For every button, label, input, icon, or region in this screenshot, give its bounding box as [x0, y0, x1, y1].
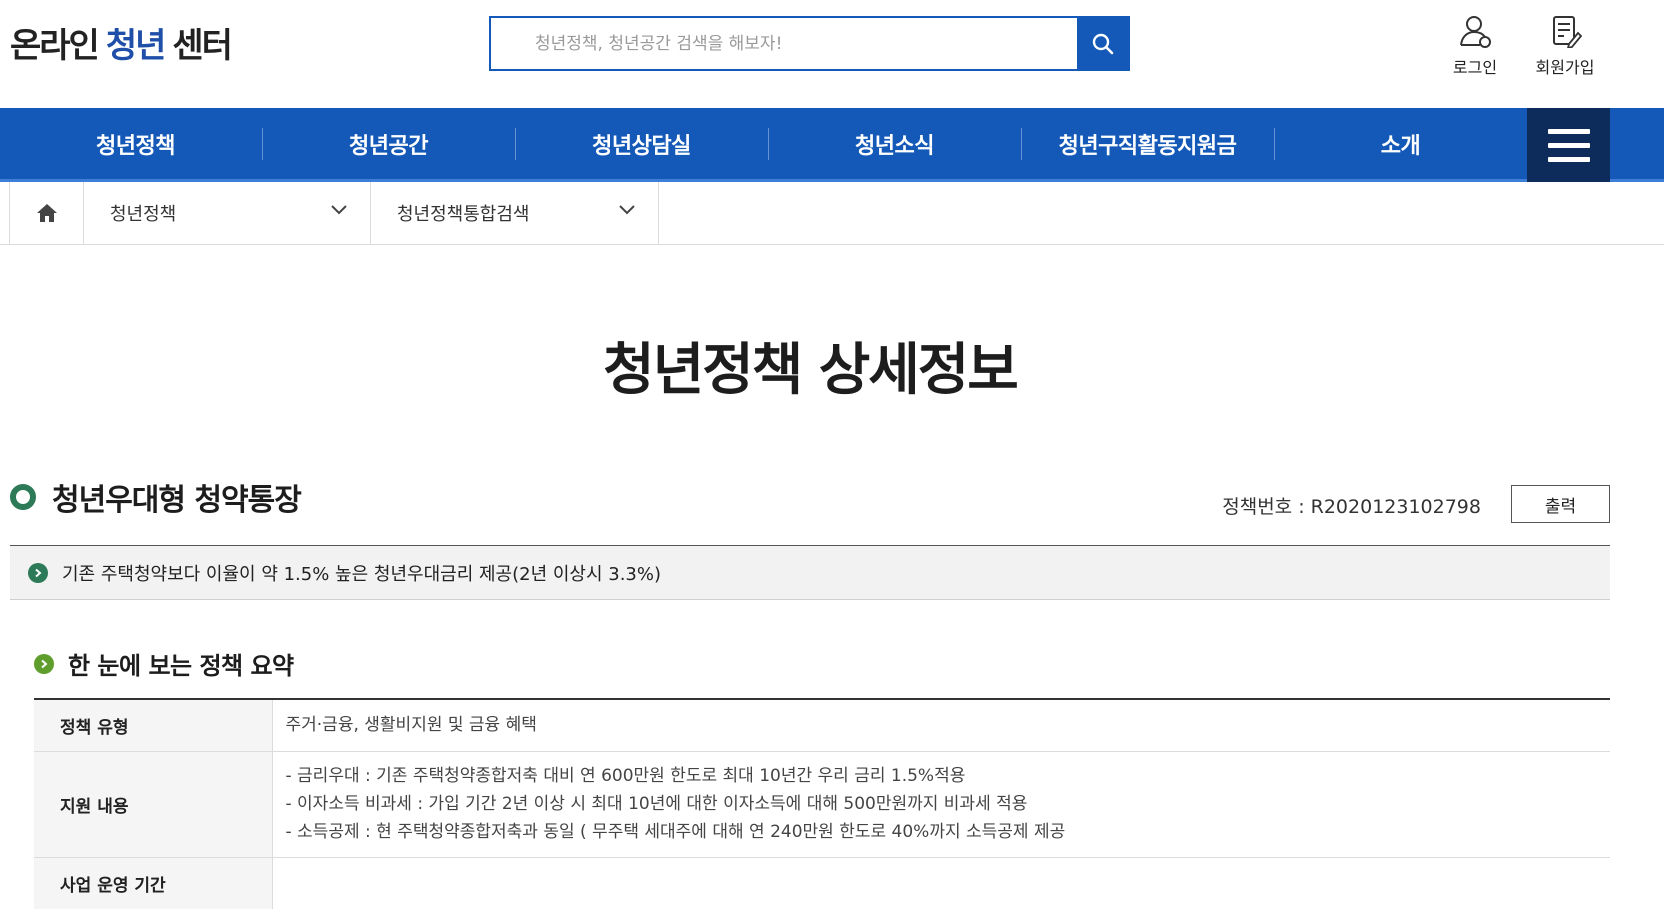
- gnb-item-news[interactable]: 청년소식: [768, 108, 1021, 179]
- arrow-bullet-icon: [28, 562, 48, 583]
- main-navigation: 청년정책 청년공간 청년상담실 청년소식 청년구직활동지원금 소개: [0, 108, 1664, 182]
- logo-text-2: 청년: [105, 26, 167, 66]
- circle-bullet-icon: [10, 484, 36, 510]
- page-title: 청년정책 상세정보: [603, 338, 1019, 403]
- hamburger-icon-bar: [1547, 156, 1590, 162]
- home-icon: [36, 204, 57, 222]
- row-value-policy-type: 주거·금융, 생활비지원 및 금융 혜택: [272, 699, 1610, 752]
- site-header: 온라인청년센터 로그인 회원가입: [0, 0, 1664, 108]
- logo-text-1: 온라인: [10, 26, 100, 66]
- print-button[interactable]: 출력: [1511, 485, 1610, 523]
- policy-title: 청년우대형 청약통장: [10, 475, 302, 519]
- row-label-support-content: 지원 내용: [34, 751, 273, 858]
- search-box: [489, 16, 1130, 71]
- arrow-bullet-icon: [34, 653, 54, 674]
- row-value-operation-period: [272, 857, 1610, 909]
- row-value-line: - 소득공제 : 현 주택청약종합저축과 동일 ( 무주택 세대주에 대해 연 …: [285, 822, 1066, 842]
- gnb-menu: 청년정책 청년공간 청년상담실 청년소식 청년구직활동지원금 소개: [9, 108, 1527, 179]
- search-input[interactable]: [491, 18, 1076, 69]
- search-icon: [1092, 33, 1113, 54]
- row-value-line: - 이자소득 비과세 : 가입 기간 2년 이상 시 최대 10년에 대한 이자…: [285, 794, 1028, 814]
- gnb-item-counseling[interactable]: 청년상담실: [515, 108, 768, 179]
- gnb-item-about[interactable]: 소개: [1274, 108, 1527, 179]
- gnb-item-job-support[interactable]: 청년구직활동지원금: [1021, 108, 1274, 179]
- policy-intro: 기존 주택청약보다 이율이 약 1.5% 높은 청년우대금리 제공(2년 이상시…: [10, 545, 1610, 600]
- row-value-line: - 금리우대 : 기존 주택청약종합저축 대비 연 600만원 한도로 최대 1…: [285, 766, 966, 786]
- search-button[interactable]: [1077, 18, 1128, 69]
- all-menu-button[interactable]: [1527, 108, 1610, 182]
- gnb-item-youth-policy[interactable]: 청년정책: [9, 108, 262, 179]
- login-label: 로그인: [1452, 58, 1498, 77]
- chevron-down-icon: [331, 205, 347, 215]
- hamburger-icon-bar: [1547, 142, 1590, 148]
- policy-number: 정책번호 : R2020123102798: [1222, 496, 1481, 518]
- home-button[interactable]: [9, 182, 84, 244]
- site-logo[interactable]: 온라인 청년 센터: [10, 18, 233, 67]
- user-icon: [1460, 16, 1491, 48]
- login-button[interactable]: 로그인: [1435, 14, 1515, 78]
- summary-heading-text: 한 눈에 보는 정책 요약: [68, 652, 294, 680]
- breadcrumb-depth2-dropdown[interactable]: 청년정책통합검색: [371, 182, 659, 244]
- document-edit-icon: [1553, 16, 1583, 48]
- row-value-line: 주거·금융, 생활비지원 및 금융 혜택: [285, 715, 537, 736]
- table-row: 정책 유형 주거·금융, 생활비지원 및 금융 혜택: [34, 699, 1610, 752]
- chevron-down-icon: [619, 205, 635, 215]
- summary-table: 정책 유형 주거·금융, 생활비지원 및 금융 혜택 지원 내용 - 금리우대 …: [34, 698, 1610, 909]
- row-label-policy-type: 정책 유형: [34, 699, 273, 752]
- breadcrumb-depth2-label: 청년정책통합검색: [397, 204, 530, 225]
- breadcrumb-depth1-dropdown[interactable]: 청년정책: [84, 182, 371, 244]
- policy-intro-text: 기존 주택청약보다 이율이 약 1.5% 높은 청년우대금리 제공(2년 이상시…: [62, 563, 662, 585]
- breadcrumb-depth1-label: 청년정책: [110, 204, 177, 225]
- breadcrumb: 청년정책 청년정책통합검색: [0, 182, 1664, 245]
- row-label-operation-period: 사업 운영 기간: [34, 857, 273, 909]
- join-button[interactable]: 회원가입: [1525, 14, 1605, 78]
- row-value-support-content: - 금리우대 : 기존 주택청약종합저축 대비 연 600만원 한도로 최대 1…: [272, 751, 1610, 858]
- hamburger-icon: [1547, 128, 1590, 134]
- table-row: 사업 운영 기간: [34, 857, 1610, 909]
- policy-name: 청년우대형 청약통장: [52, 483, 302, 518]
- gnb-item-youth-space[interactable]: 청년공간: [262, 108, 515, 179]
- table-row: 지원 내용 - 금리우대 : 기존 주택청약종합저축 대비 연 600만원 한도…: [34, 751, 1610, 858]
- join-label: 회원가입: [1535, 58, 1595, 77]
- summary-heading: 한 눈에 보는 정책 요약: [34, 646, 294, 681]
- logo-text-3: 센터: [172, 26, 233, 66]
